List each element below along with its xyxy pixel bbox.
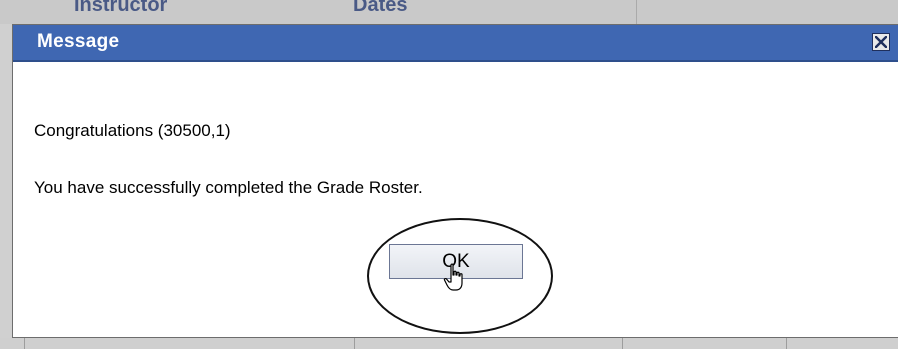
message-dialog: Message Congratulations (30500,1) You ha… (12, 24, 898, 338)
column-divider (786, 338, 787, 349)
column-divider (24, 338, 25, 349)
column-divider (354, 338, 355, 349)
hand-pointer-icon (443, 263, 463, 291)
column-divider (622, 338, 623, 349)
dialog-title: Message (37, 31, 120, 52)
background-grid-footer (0, 338, 898, 349)
close-icon[interactable] (872, 33, 890, 51)
close-x-icon (875, 36, 887, 48)
completion-message-text: You have successfully completed the Grad… (34, 178, 423, 197)
instructor-column-header: Instructor (74, 0, 168, 16)
background-page-edge (0, 24, 12, 349)
background-grid-header: Instructor Dates (0, 0, 898, 25)
dates-column-header: Dates (353, 0, 408, 16)
column-divider (636, 0, 637, 24)
congratulations-text: Congratulations (30500,1) (34, 121, 231, 140)
dialog-titlebar: Message (13, 25, 898, 62)
